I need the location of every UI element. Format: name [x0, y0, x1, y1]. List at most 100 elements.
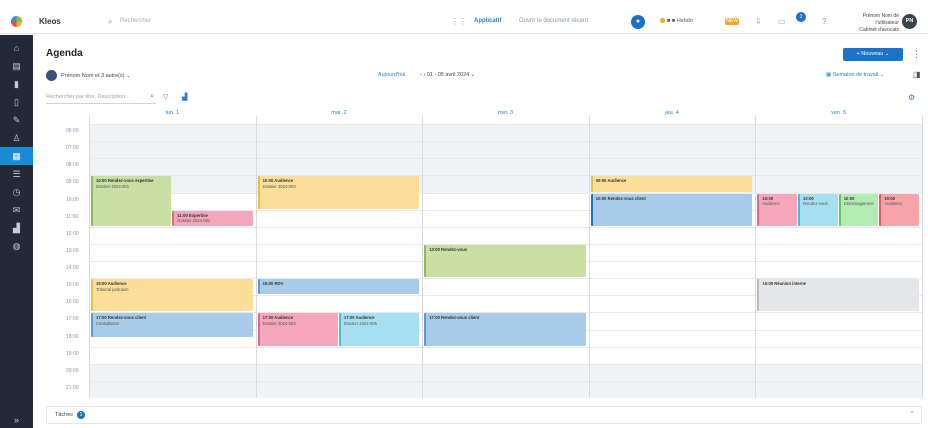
hour-label: 10:00 — [66, 196, 79, 203]
clock-icon[interactable]: ◷ — [0, 183, 33, 201]
pen-icon[interactable]: ✎ — [0, 111, 33, 129]
left-sidebar: ◍ ▟ ✉ ◷ ☰ ▦ ♙ ✎ ▯ ▮ ▤ ⌂ » — [0, 35, 33, 428]
apps-grid-icon[interactable]: ⋮⋮ — [451, 17, 467, 26]
stats-icon[interactable]: ▟ — [0, 219, 33, 237]
hour-label: 21:00 — [66, 384, 79, 391]
hour-line — [89, 226, 922, 228]
event-title: 10:00 — [803, 195, 814, 201]
briefcase-icon[interactable]: ▮ — [0, 75, 33, 93]
calendar-event[interactable]: 10:00 Rendez-vous — [798, 193, 838, 226]
search-icon[interactable]: ⌕ — [108, 17, 112, 27]
tasks-panel[interactable]: Tâches 1 ⌃ — [46, 406, 922, 424]
agenda-search-input[interactable]: Rechercher par titre, Description... ⌕ — [46, 92, 156, 104]
message-icon[interactable]: ▭ — [778, 17, 786, 26]
filter-funnel-icon[interactable]: ▽ — [163, 93, 168, 101]
chevron-up-icon[interactable]: ⌃ — [909, 410, 915, 418]
sidebar-expand-icon[interactable]: » — [0, 411, 33, 428]
settings-gear-icon[interactable]: ⚙ — [908, 93, 915, 102]
date-range-selector[interactable]: ‹ › 01 - 05 avril 2024 ⌄ — [420, 72, 475, 78]
side-panel-icon[interactable]: ◨ — [913, 70, 921, 79]
hour-label: 11:00 — [66, 213, 79, 220]
calendar-event[interactable]: 10:00 Audience Dossier 2024-003 — [257, 176, 420, 209]
event-title: 17:00 Rendez-vous client — [429, 315, 480, 321]
event-title: 10:00 Rendez-vous expertise — [96, 178, 154, 184]
hour-line — [89, 346, 922, 348]
user-organisation: Cabinet d'avocats — [859, 27, 899, 33]
calendar-event[interactable]: 10:00 Rendez-vous client — [590, 193, 753, 226]
calendar-event[interactable]: 15:00 RDV — [257, 279, 420, 295]
day-header[interactable]: mar. 2 — [256, 106, 423, 120]
people-icon[interactable]: ♙ — [0, 129, 33, 147]
calendar-event[interactable]: 11:00 Expertise Dossier 2024-002 — [172, 210, 253, 226]
event-title: 11:00 Expertise — [177, 212, 208, 218]
global-search-input[interactable]: Rechercher — [120, 18, 151, 24]
list-icon[interactable]: ☰ — [0, 165, 33, 183]
event-title: 17:00 Rendez-vous client — [96, 315, 147, 321]
assistant-button[interactable]: ● — [631, 15, 645, 29]
event-subtitle: Audience — [884, 201, 902, 206]
calendar-event[interactable]: 09:00 Audience — [590, 176, 753, 192]
folder-icon[interactable]: ▤ — [0, 57, 33, 75]
day-header[interactable]: ven. 5 — [755, 106, 922, 120]
hour-line — [89, 380, 922, 382]
day-header[interactable]: mer. 3 — [422, 106, 589, 120]
more-options-icon[interactable]: ⋮ — [912, 49, 921, 60]
hour-label: 08:00 — [66, 162, 79, 169]
user-filter-dropdown[interactable]: Prénom Nom et 3 autre(s) ⌄ — [46, 70, 131, 81]
day-divider — [89, 116, 90, 398]
day-header[interactable]: jeu. 4 — [589, 106, 756, 120]
calendar-event[interactable]: 15:00 Audience Tribunal judiciaire — [91, 279, 253, 312]
calendar-event[interactable]: 17:00 Audience Dossier 2024-004 — [257, 313, 338, 346]
notification-count-badge: 3 — [796, 12, 806, 22]
calendar-event[interactable]: 10:00 Audience — [757, 193, 798, 226]
calendar-event[interactable]: 10:00 Déménagement — [838, 193, 879, 226]
event-subtitle: Rendez-vous — [803, 201, 828, 206]
calendar-event[interactable]: 17:00 Audience Dossier 2024-005 — [338, 313, 420, 346]
event-subtitle: Dossier 2024-003 — [262, 183, 296, 189]
today-button[interactable]: Aujourd'hui — [378, 72, 405, 78]
mail-icon[interactable]: ✉ — [0, 201, 33, 219]
calendar-event[interactable]: 10:00 Rendez-vous expertise Dossier 2024-… — [91, 176, 172, 226]
timer-status[interactable]: ■ ■ Hebdo — [660, 18, 693, 24]
event-title: 13:00 Rendez-vous — [429, 246, 468, 252]
app-name[interactable]: Kleos — [39, 17, 61, 26]
event-subtitle: Dossier 2024-001 — [96, 183, 130, 189]
home-icon[interactable]: ⌂ — [0, 39, 33, 57]
event-title: 17:00 Audience — [343, 315, 375, 321]
calendar-event[interactable]: 13:00 Rendez-vous — [424, 244, 586, 278]
day-divider — [588, 116, 590, 398]
user-avatar[interactable]: PN — [902, 14, 917, 29]
calendar-grid[interactable]: 10:00 Rendez-vous expertise Dossier 2024-… — [89, 116, 923, 398]
hour-label: 09:00 — [66, 179, 79, 186]
calendar-icon[interactable]: ▦ — [0, 147, 33, 165]
applicatif-link[interactable]: Applicatif — [474, 18, 501, 24]
event-title: 10:00 — [884, 195, 896, 201]
view-selector[interactable]: ▦ Semaine de travail ⌄ — [826, 72, 884, 78]
hour-label: 18:00 — [66, 333, 79, 340]
week-calendar: 06:00 07:00 08:00 09:00 10:00 11:00 12:00 13:00… — [46, 106, 923, 398]
user-info[interactable]: Prénom Nom de l'utilisateur Cabinet d'av… — [845, 13, 899, 34]
globe-icon[interactable]: ◍ — [0, 237, 33, 255]
search-icon[interactable]: ⌕ — [150, 93, 154, 101]
calendar-event[interactable]: 15:00 Réunion interne — [757, 279, 919, 312]
hour-line — [89, 141, 922, 143]
new-badge: NEW — [725, 18, 739, 25]
new-event-button[interactable]: + Nouveau ⌄ — [843, 48, 903, 61]
calendar-event[interactable]: 17:00 Rendez-vous client — [424, 313, 586, 346]
day-header[interactable]: lun. 1 — [89, 106, 256, 120]
document-icon[interactable]: ▯ — [0, 93, 33, 111]
download-icon[interactable]: ⇩ — [755, 17, 762, 26]
tasks-label: Tâches — [55, 412, 74, 418]
user-name: Prénom Nom de l'utilisateur — [862, 13, 899, 26]
chart-icon[interactable]: ▟ — [182, 93, 187, 101]
help-icon[interactable]: ? — [822, 17, 826, 26]
day-divider — [422, 116, 424, 398]
hour-line — [89, 175, 922, 177]
calendar-event[interactable]: 17:00 Rendez-vous client Consultation — [91, 313, 253, 338]
calendar-event[interactable]: 10:00 Audience — [879, 193, 919, 226]
recent-document-link[interactable]: Ouvrir le document récent — [519, 18, 588, 24]
app-logo[interactable] — [11, 16, 22, 27]
event-subtitle: Dossier 2024-004 — [262, 320, 296, 326]
day-divider — [255, 116, 257, 398]
hour-label: 17:00 — [66, 316, 79, 323]
